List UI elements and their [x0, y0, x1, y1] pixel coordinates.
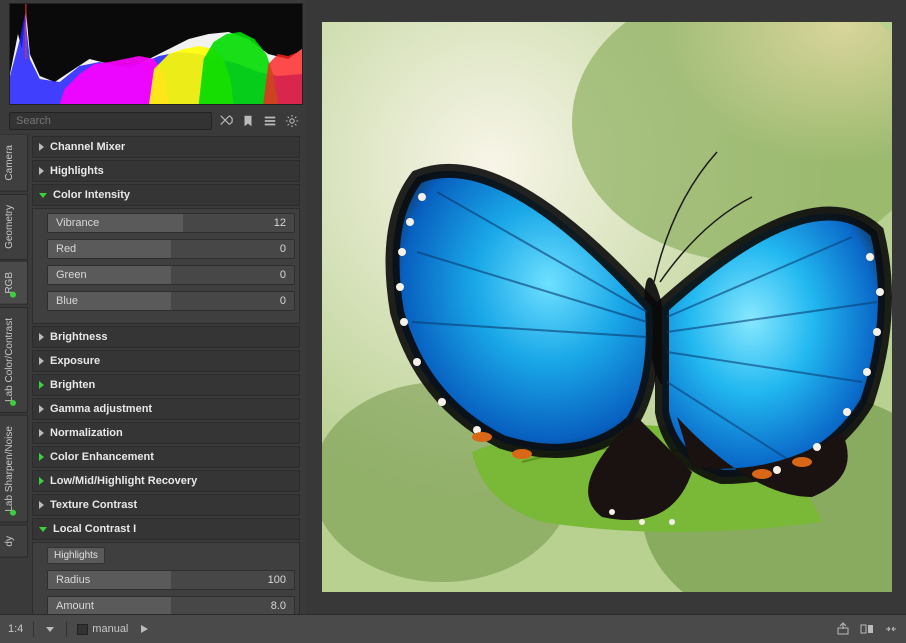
- section-normalization[interactable]: Normalization: [32, 422, 300, 444]
- active-dot-icon: [11, 510, 17, 516]
- slider-value: 0: [272, 295, 294, 307]
- chevron-down-icon: [39, 527, 47, 532]
- vtab-rgb[interactable]: RGB: [0, 261, 28, 305]
- chevron-right-icon: [39, 381, 44, 389]
- section-color-enhancement[interactable]: Color Enhancement: [32, 446, 300, 468]
- slider-label: Radius: [48, 574, 118, 586]
- vtab-more[interactable]: dy: [0, 525, 28, 558]
- vtab-lab-sharpen-noise[interactable]: Lab Sharpen/Noise: [0, 415, 28, 523]
- active-dot-icon: [11, 400, 17, 406]
- histogram[interactable]: [9, 3, 303, 105]
- checkbox-icon: [77, 624, 88, 635]
- vtab-label: Camera: [4, 145, 15, 181]
- chevron-right-icon: [39, 357, 44, 365]
- chevron-right-icon: [39, 167, 44, 175]
- section-title: Exposure: [50, 355, 100, 367]
- slider-value: 100: [260, 574, 294, 586]
- highlights-chip[interactable]: Highlights: [47, 547, 105, 564]
- section-color-intensity[interactable]: Color Intensity: [32, 184, 300, 206]
- image-canvas: [322, 22, 892, 592]
- export-icon[interactable]: [836, 622, 850, 636]
- slider-amount[interactable]: Amount 8.0: [47, 596, 295, 614]
- active-dot-icon: [11, 292, 17, 298]
- preview-viewport[interactable]: [306, 0, 906, 614]
- side-tabs: Camera Geometry RGB Lab Color/Contrast L…: [0, 134, 28, 614]
- vtab-geometry[interactable]: Geometry: [0, 194, 28, 260]
- slider-green[interactable]: Green 0: [47, 265, 295, 285]
- manual-label: manual: [92, 623, 128, 635]
- vtab-label: Geometry: [4, 205, 15, 249]
- gear-icon[interactable]: [284, 113, 300, 129]
- separator: [66, 621, 67, 637]
- slider-value: 12: [266, 217, 294, 229]
- section-title: Brightness: [50, 331, 107, 343]
- vtab-label: Lab Color/Contrast: [4, 318, 15, 402]
- section-title: Brighten: [50, 379, 95, 391]
- chevron-right-icon: [39, 333, 44, 341]
- section-title: Highlights: [50, 165, 104, 177]
- chevron-down-icon: [39, 193, 47, 198]
- zoom-level[interactable]: 1:4: [8, 623, 23, 635]
- chevron-right-icon: [39, 501, 44, 509]
- section-title: Channel Mixer: [50, 141, 125, 153]
- slider-value: 0: [272, 243, 294, 255]
- vtab-label: dy: [4, 536, 15, 547]
- section-title: Normalization: [50, 427, 123, 439]
- section-brightness[interactable]: Brightness: [32, 326, 300, 348]
- chevron-right-icon: [39, 429, 44, 437]
- search-toolbar: [0, 108, 306, 134]
- chevron-right-icon: [39, 453, 44, 461]
- slider-label: Amount: [48, 600, 118, 612]
- section-title: Low/Mid/Highlight Recovery: [50, 475, 197, 487]
- zoom-down-icon[interactable]: [44, 623, 56, 635]
- section-body-color-intensity: Vibrance 12 Red 0 Green 0: [32, 208, 300, 324]
- menu-icon[interactable]: [262, 113, 278, 129]
- slider-blue[interactable]: Blue 0: [47, 291, 295, 311]
- slider-vibrance[interactable]: Vibrance 12: [47, 213, 295, 233]
- compare-icon[interactable]: [860, 622, 874, 636]
- controls-panel[interactable]: Channel Mixer Highlights Color Intensity…: [28, 134, 306, 614]
- slider-red[interactable]: Red 0: [47, 239, 295, 259]
- separator: [33, 621, 34, 637]
- vtab-lab-color-contrast[interactable]: Lab Color/Contrast: [0, 307, 28, 413]
- slider-value: 8.0: [263, 600, 294, 612]
- section-title: Gamma adjustment: [50, 403, 152, 415]
- section-title: Color Enhancement: [50, 451, 154, 463]
- vtab-camera[interactable]: Camera: [0, 134, 28, 192]
- section-lmh-recovery[interactable]: Low/Mid/Highlight Recovery: [32, 470, 300, 492]
- manual-checkbox[interactable]: manual: [77, 623, 128, 635]
- section-gamma[interactable]: Gamma adjustment: [32, 398, 300, 420]
- play-icon[interactable]: [138, 623, 150, 635]
- section-title: Color Intensity: [53, 189, 130, 201]
- section-brighten[interactable]: Brighten: [32, 374, 300, 396]
- clear-search-icon[interactable]: [218, 113, 234, 129]
- section-highlights[interactable]: Highlights: [32, 160, 300, 182]
- search-input[interactable]: [9, 112, 212, 130]
- slider-value: 0: [272, 269, 294, 281]
- chevron-right-icon: [39, 143, 44, 151]
- section-local-contrast[interactable]: Local Contrast I: [32, 518, 300, 540]
- expand-icon[interactable]: [884, 622, 898, 636]
- bookmark-icon[interactable]: [240, 113, 256, 129]
- section-channel-mixer[interactable]: Channel Mixer: [32, 136, 300, 158]
- chevron-right-icon: [39, 405, 44, 413]
- slider-label: Vibrance: [48, 217, 118, 229]
- slider-label: Blue: [48, 295, 118, 307]
- slider-label: Red: [48, 243, 118, 255]
- section-body-local-contrast: Highlights Radius 100 Amount 8.0 Opacity: [32, 542, 300, 614]
- section-exposure[interactable]: Exposure: [32, 350, 300, 372]
- slider-radius[interactable]: Radius 100: [47, 570, 295, 590]
- chevron-right-icon: [39, 477, 44, 485]
- left-panel: Camera Geometry RGB Lab Color/Contrast L…: [0, 0, 306, 614]
- bottom c-bottom-bar: 1:4 manual: [0, 614, 906, 643]
- section-title: Local Contrast I: [53, 523, 136, 535]
- section-title: Texture Contrast: [50, 499, 137, 511]
- section-texture-contrast[interactable]: Texture Contrast: [32, 494, 300, 516]
- vtab-label: Lab Sharpen/Noise: [4, 426, 15, 512]
- slider-label: Green: [48, 269, 118, 281]
